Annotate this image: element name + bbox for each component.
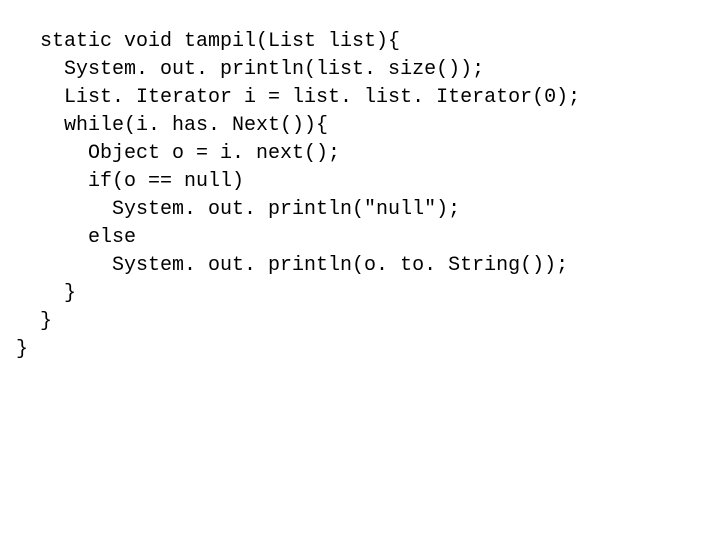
code-line: else: [16, 226, 136, 249]
code-line: }: [16, 338, 28, 361]
code-line: System. out. println(list. size());: [16, 58, 484, 81]
code-line: static void tampil(List list){: [16, 30, 400, 53]
code-line: System. out. println("null");: [16, 198, 460, 221]
code-line: }: [16, 310, 52, 333]
code-line: while(i. has. Next()){: [16, 114, 328, 137]
code-block: static void tampil(List list){ System. o…: [0, 0, 720, 364]
code-line: if(o == null): [16, 170, 244, 193]
code-line: }: [16, 282, 76, 305]
code-line: Object o = i. next();: [16, 142, 340, 165]
code-line: List. Iterator i = list. list. Iterator(…: [16, 86, 580, 109]
code-line: System. out. println(o. to. String());: [16, 254, 568, 277]
